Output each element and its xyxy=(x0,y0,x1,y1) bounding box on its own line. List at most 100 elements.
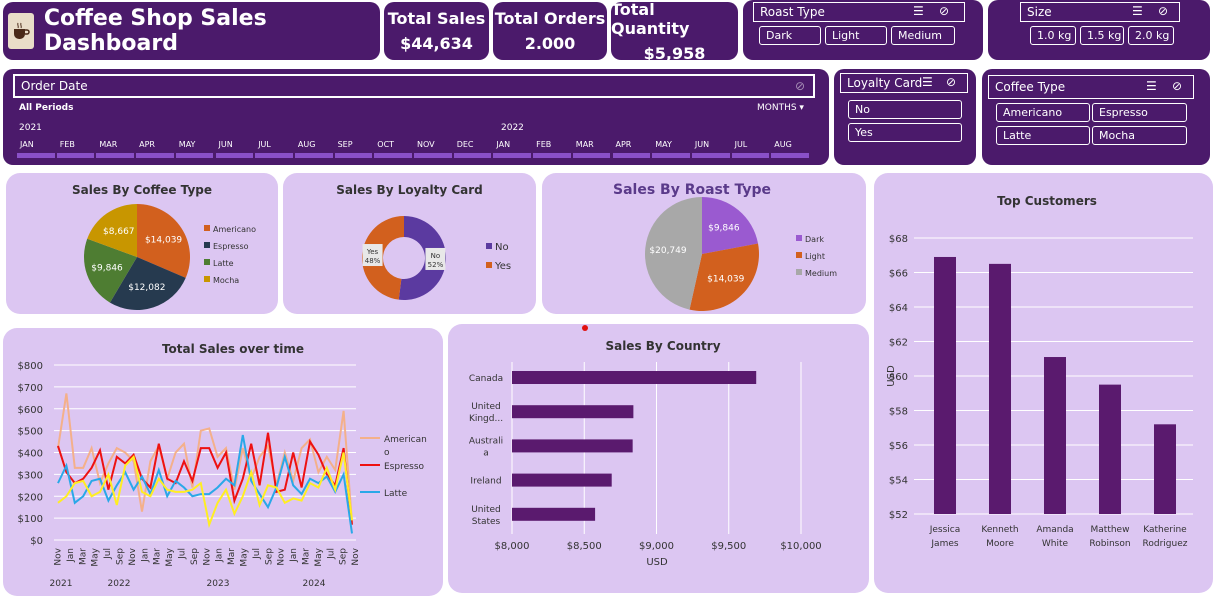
timeline-month[interactable]: NOV xyxy=(414,140,452,160)
y-tick-label: $0 xyxy=(30,536,43,547)
slicer-option-medium[interactable]: Medium xyxy=(891,26,955,45)
timeline-month[interactable]: MAR xyxy=(572,140,611,160)
timeline-month[interactable]: JUN xyxy=(215,140,254,160)
x-tick-label: Jul xyxy=(326,548,336,560)
top-customers-panel: Top Customers $52 $54 $56 $58 $60 $62 $64 $66 $6… xyxy=(874,173,1213,593)
data-label: $14,039 xyxy=(707,275,744,285)
timeline-month-bar xyxy=(215,153,254,158)
clear-filter-icon[interactable]: ⊘ xyxy=(939,4,949,18)
timeline-month[interactable]: JUL xyxy=(731,140,770,160)
data-label: $9,846 xyxy=(708,224,740,234)
timeline-year: 2022 xyxy=(501,123,524,133)
slicer-option-light[interactable]: Light xyxy=(825,26,887,45)
multi-select-icon[interactable]: ☰ xyxy=(922,75,933,89)
timeline-month[interactable]: APR xyxy=(136,140,174,160)
slicer-option-no[interactable]: No xyxy=(848,100,962,119)
timeline-month[interactable]: JUL xyxy=(255,140,293,160)
year-label: 2021 xyxy=(50,579,73,589)
legend-swatch xyxy=(796,269,802,275)
timeline-month[interactable]: APR xyxy=(612,140,651,160)
timeline-month-label: APR xyxy=(139,140,155,149)
timeline-month-label: FEB xyxy=(59,140,75,149)
x-tick-label: $8,500 xyxy=(567,541,602,552)
timeline-month-label: JUL xyxy=(258,140,271,149)
timeline-month-label: OCT xyxy=(377,140,395,149)
order-date-timeline: Order Date ⊘ All Periods MONTHS ▾ 2021 2… xyxy=(3,69,829,165)
x-tick-label: Robinson xyxy=(1089,539,1130,549)
timeline-month[interactable]: FEB xyxy=(533,140,571,160)
clear-filter-icon[interactable]: ⊘ xyxy=(1158,4,1168,18)
x-tick-label: James xyxy=(930,539,958,549)
timeline-month[interactable]: MAY xyxy=(175,140,214,160)
x-tick-label: Kenneth xyxy=(981,525,1018,535)
x-tick-label: Mar xyxy=(78,548,88,565)
multi-select-icon[interactable]: ☰ xyxy=(913,4,924,18)
legend-label: Latte xyxy=(384,489,408,499)
slicer-option-espresso[interactable]: Espresso xyxy=(1092,103,1187,122)
timeline-month[interactable]: JAN xyxy=(17,140,55,160)
x-tick-label: Jan xyxy=(215,548,225,563)
timeline-unit-dropdown[interactable]: MONTHS ▾ xyxy=(757,103,804,113)
clear-filter-icon[interactable]: ⊘ xyxy=(795,79,805,93)
slicer-option-dark[interactable]: Dark xyxy=(759,26,821,45)
x-tick-label: Matthew xyxy=(1091,525,1130,535)
timeline-month[interactable]: FEB xyxy=(56,140,95,160)
title-banner: Coffee Shop Sales Dashboard xyxy=(3,2,380,60)
timeline-month[interactable]: JUN xyxy=(691,140,730,160)
clear-filter-icon[interactable]: ⊘ xyxy=(1172,79,1182,93)
timeline-month-label: NOV xyxy=(417,140,435,149)
x-tick-label: Mar xyxy=(153,548,163,565)
x-tick-label: Katherine xyxy=(1143,525,1187,535)
data-label: $9,846 xyxy=(91,264,123,274)
legend-swatch xyxy=(796,252,802,258)
timeline-month[interactable]: SEP xyxy=(334,140,373,160)
sales-by-country-panel: Sales By Country $8,000 $8,500 $9,000 $9,50… xyxy=(448,324,869,593)
timeline-month-label: JUN xyxy=(694,140,710,149)
timeline-month-bar xyxy=(334,153,373,158)
x-tick-label: May xyxy=(314,547,324,566)
timeline-header: Order Date xyxy=(13,74,815,98)
roast-type-slicer: Roast Type ☰ ⊘ Dark Light Medium xyxy=(743,0,983,60)
legend-swatch xyxy=(204,276,210,282)
timeline-month[interactable]: AUG xyxy=(294,140,333,160)
slicer-option-2kg[interactable]: 2.0 kg xyxy=(1128,26,1174,45)
timeline-month-bar xyxy=(652,153,690,158)
x-tick-label: Sep xyxy=(116,548,126,565)
slicer-option-latte[interactable]: Latte xyxy=(996,126,1090,145)
multi-select-icon[interactable]: ☰ xyxy=(1132,4,1143,18)
slicer-option-1-5kg[interactable]: 1.5 kg xyxy=(1080,26,1124,45)
timeline-month[interactable]: AUG xyxy=(771,140,809,160)
timeline-month-bar xyxy=(572,153,611,158)
y-tick-label: Ireland xyxy=(470,477,501,487)
timeline-month[interactable]: MAY xyxy=(652,140,690,160)
x-tick-label: Nov xyxy=(128,547,138,565)
slicer-option-mocha[interactable]: Mocha xyxy=(1092,126,1187,145)
y-tick-label: $500 xyxy=(18,427,43,438)
bar xyxy=(512,405,634,419)
y-tick-label: $64 xyxy=(889,303,908,314)
kpi-value: $5,958 xyxy=(643,43,706,63)
sales-by-coffee-type-panel: Sales By Coffee Type $14,039 $12,082 $9,84… xyxy=(6,173,278,314)
x-tick-label: Rodriguez xyxy=(1143,539,1188,549)
legend-swatch xyxy=(204,242,210,248)
data-label: $20,749 xyxy=(649,246,686,256)
legend-swatch xyxy=(796,235,802,241)
legend-label: Light xyxy=(805,252,825,261)
x-tick-label: Nov xyxy=(54,547,64,565)
x-tick-label: Jan xyxy=(289,548,299,563)
slicer-option-americano[interactable]: Americano xyxy=(996,103,1090,122)
roast-type-pie-chart: $9,846 $14,039 $20,749 Dark Light Medium xyxy=(645,197,837,311)
timeline-month[interactable]: JAN xyxy=(493,140,532,160)
timeline-month[interactable]: MAR xyxy=(96,140,135,160)
slicer-option-yes[interactable]: Yes xyxy=(848,123,962,142)
kpi-total-sales: Total Sales $44,634 xyxy=(384,2,489,60)
slicer-option-1kg[interactable]: 1.0 kg xyxy=(1030,26,1076,45)
timeline-month[interactable]: DEC xyxy=(453,140,492,160)
timeline-month-bar xyxy=(533,153,571,158)
multi-select-icon[interactable]: ☰ xyxy=(1146,79,1157,93)
timeline-title: Order Date xyxy=(21,79,88,93)
x-tick-label: Jessica xyxy=(929,525,961,535)
x-tick-label: Jul xyxy=(103,548,113,560)
timeline-month[interactable]: OCT xyxy=(374,140,412,160)
clear-filter-icon[interactable]: ⊘ xyxy=(946,75,956,89)
